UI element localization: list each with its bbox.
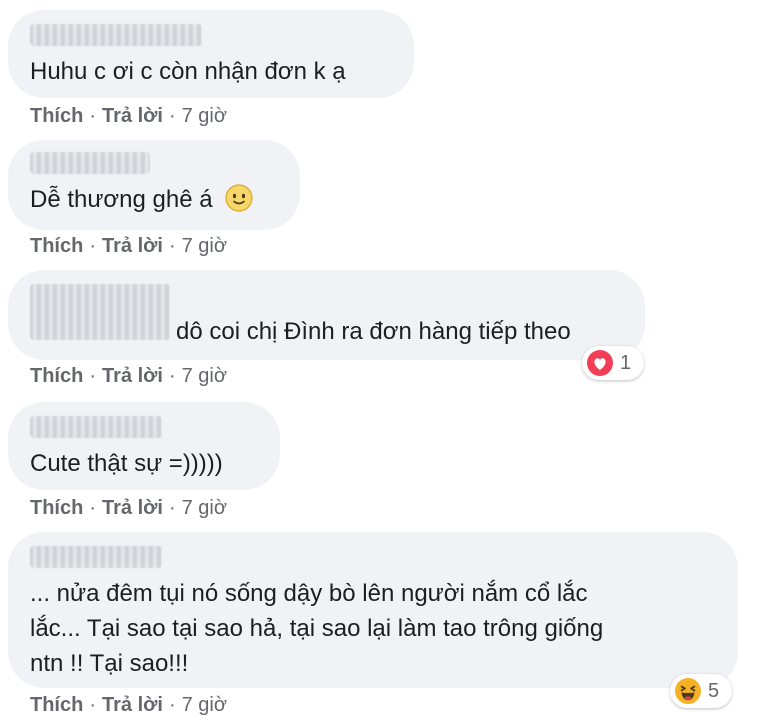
separator-dot: · bbox=[89, 694, 97, 716]
reaction-count: 1 bbox=[620, 351, 632, 374]
timestamp[interactable]: 7 giờ bbox=[182, 365, 227, 387]
separator-dot: · bbox=[89, 235, 97, 257]
separator-dot: · bbox=[168, 365, 176, 387]
timestamp[interactable]: 7 giờ bbox=[182, 497, 227, 519]
blurred-author-name[interactable] bbox=[30, 284, 170, 340]
like-link[interactable]: Thích bbox=[30, 105, 83, 127]
blurred-author-name[interactable] bbox=[30, 152, 150, 174]
comment-bubble: dô coi chị Đình ra đơn hàng tiếp theo bbox=[8, 270, 645, 360]
blurred-author-name[interactable] bbox=[30, 546, 162, 568]
comment-text: dô coi chị Đình ra đơn hàng tiếp theo bbox=[176, 318, 571, 345]
comment-actions: Thích · Trả lời · 7 giờ bbox=[30, 235, 227, 258]
like-link[interactable]: Thích bbox=[30, 694, 83, 716]
timestamp[interactable]: 7 giờ bbox=[182, 235, 227, 257]
blurred-author-name[interactable] bbox=[30, 24, 202, 46]
like-link[interactable]: Thích bbox=[30, 497, 83, 519]
comment-bubble: Huhu c ơi c còn nhận đơn k ạ bbox=[8, 10, 414, 98]
separator-dot: · bbox=[89, 365, 97, 387]
laughing-haha-icon bbox=[674, 677, 708, 705]
reaction-summary[interactable]: 5 bbox=[670, 674, 732, 708]
reply-link[interactable]: Trả lời bbox=[102, 105, 163, 127]
comment-actions: Thích · Trả lời · 7 giờ bbox=[30, 105, 227, 128]
comment-text-line: ... nửa đêm tụi nó sống dậy bò lên người… bbox=[30, 580, 588, 607]
like-link[interactable]: Thích bbox=[30, 235, 83, 257]
timestamp[interactable]: 7 giờ bbox=[182, 694, 227, 716]
comment-text-line: lắc... Tại sao tại sao hả, tại sao lại l… bbox=[30, 615, 604, 642]
comment-bubble: ... nửa đêm tụi nó sống dậy bò lên người… bbox=[8, 532, 738, 688]
separator-dot: · bbox=[168, 105, 176, 127]
comment-actions: Thích · Trả lời · 7 giờ bbox=[30, 365, 227, 388]
comment-actions: Thích · Trả lời · 7 giờ bbox=[30, 497, 227, 520]
reply-link[interactable]: Trả lời bbox=[102, 365, 163, 387]
comment-text: Cute thật sự =))))) bbox=[30, 450, 223, 477]
reply-link[interactable]: Trả lời bbox=[102, 497, 163, 519]
separator-dot: · bbox=[168, 235, 176, 257]
comment-text: Dễ thương ghê á bbox=[30, 183, 253, 222]
love-heart-icon bbox=[586, 349, 620, 377]
reply-link[interactable]: Trả lời bbox=[102, 235, 163, 257]
separator-dot: · bbox=[168, 694, 176, 716]
comment-text: Huhu c ơi c còn nhận đơn k ạ bbox=[30, 58, 346, 85]
comment-actions: Thích · Trả lời · 7 giờ bbox=[30, 694, 227, 717]
comment-text-line: ntn !! Tại sao!!! bbox=[30, 650, 189, 677]
reaction-summary[interactable]: 1 bbox=[582, 346, 644, 380]
reaction-count: 5 bbox=[708, 679, 720, 702]
like-link[interactable]: Thích bbox=[30, 365, 83, 387]
slightly-smiling-emoji-icon bbox=[225, 184, 253, 222]
comment-bubble: Cute thật sự =))))) bbox=[8, 402, 280, 490]
separator-dot: · bbox=[89, 497, 97, 519]
reply-link[interactable]: Trả lời bbox=[102, 694, 163, 716]
comment-bubble: Dễ thương ghê á bbox=[8, 140, 300, 230]
separator-dot: · bbox=[89, 105, 97, 127]
comment-text-content: Dễ thương ghê á bbox=[30, 186, 213, 213]
timestamp[interactable]: 7 giờ bbox=[182, 105, 227, 127]
blurred-author-name[interactable] bbox=[30, 416, 162, 438]
separator-dot: · bbox=[168, 497, 176, 519]
